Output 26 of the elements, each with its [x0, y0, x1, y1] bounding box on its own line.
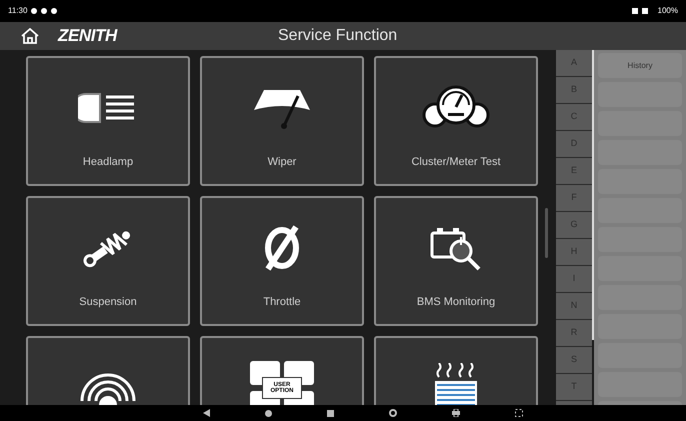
- function-tile[interactable]: Wiper: [200, 56, 364, 186]
- tile-label: Cluster/Meter Test: [411, 155, 501, 170]
- brand-logo: ZENITH: [58, 25, 117, 48]
- scrollbar-thumb: [545, 208, 548, 258]
- tile-label: Suspension: [79, 295, 137, 310]
- function-tile[interactable]: Throttle: [200, 196, 364, 326]
- tile-label: BMS Monitoring: [416, 295, 496, 310]
- function-tile[interactable]: Cluster/Meter Test: [374, 56, 538, 186]
- settings-icon[interactable]: [389, 409, 397, 417]
- tile-label: Headlamp: [82, 155, 134, 170]
- home-icon: [21, 28, 39, 44]
- history-button[interactable]: History: [598, 53, 682, 78]
- tile-label: Throttle: [263, 295, 301, 310]
- home-button[interactable]: [20, 26, 40, 46]
- tile-label: Wiper: [268, 155, 296, 170]
- function-tile[interactable]: BMS Monitoring: [374, 196, 538, 326]
- page-title: Service Function: [278, 26, 398, 46]
- battery-level: 100%: [658, 5, 678, 17]
- home-icon[interactable]: [265, 410, 272, 416]
- screenshot-icon[interactable]: [515, 409, 523, 417]
- recents-icon[interactable]: [327, 410, 334, 416]
- printer-icon[interactable]: [452, 409, 460, 417]
- back-icon[interactable]: [203, 409, 210, 417]
- clock-time: 11:30: [8, 5, 28, 17]
- function-tile[interactable]: Suspension: [26, 196, 190, 326]
- function-tile[interactable]: Headlamp: [26, 56, 190, 186]
